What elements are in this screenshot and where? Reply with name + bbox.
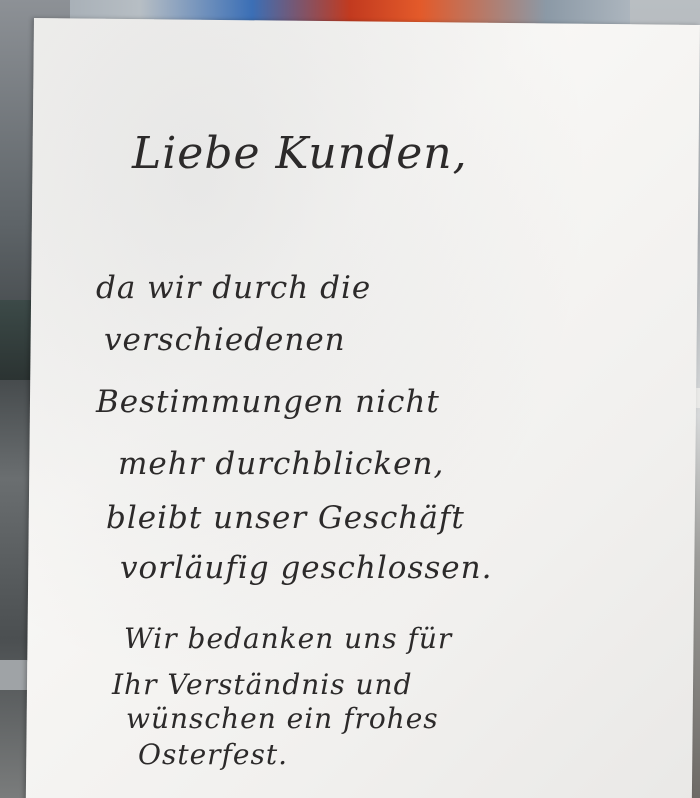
notice-greeting: Liebe Kunden, <box>132 128 468 179</box>
notice-line: Bestimmungen nicht <box>96 384 440 420</box>
notice-line: vorläufig geschlossen. <box>120 550 493 586</box>
notice-line: verschiedenen <box>104 322 346 358</box>
notice-line: mehr durchblicken, <box>118 446 445 482</box>
notice-line: Osterfest. <box>138 738 288 771</box>
notice-line: Wir bedanken uns für <box>124 622 453 655</box>
handwritten-notice: Liebe Kunden, da wir durch die verschied… <box>0 0 700 798</box>
notice-line: da wir durch die <box>96 270 372 306</box>
notice-line: bleibt unser Geschäft <box>106 500 465 536</box>
photo-scene: Apolo Liebe Kunden, da wir durch die ver… <box>0 0 700 798</box>
notice-line: wünschen ein frohes <box>126 702 439 735</box>
notice-line: Ihr Verständnis und <box>112 668 413 701</box>
